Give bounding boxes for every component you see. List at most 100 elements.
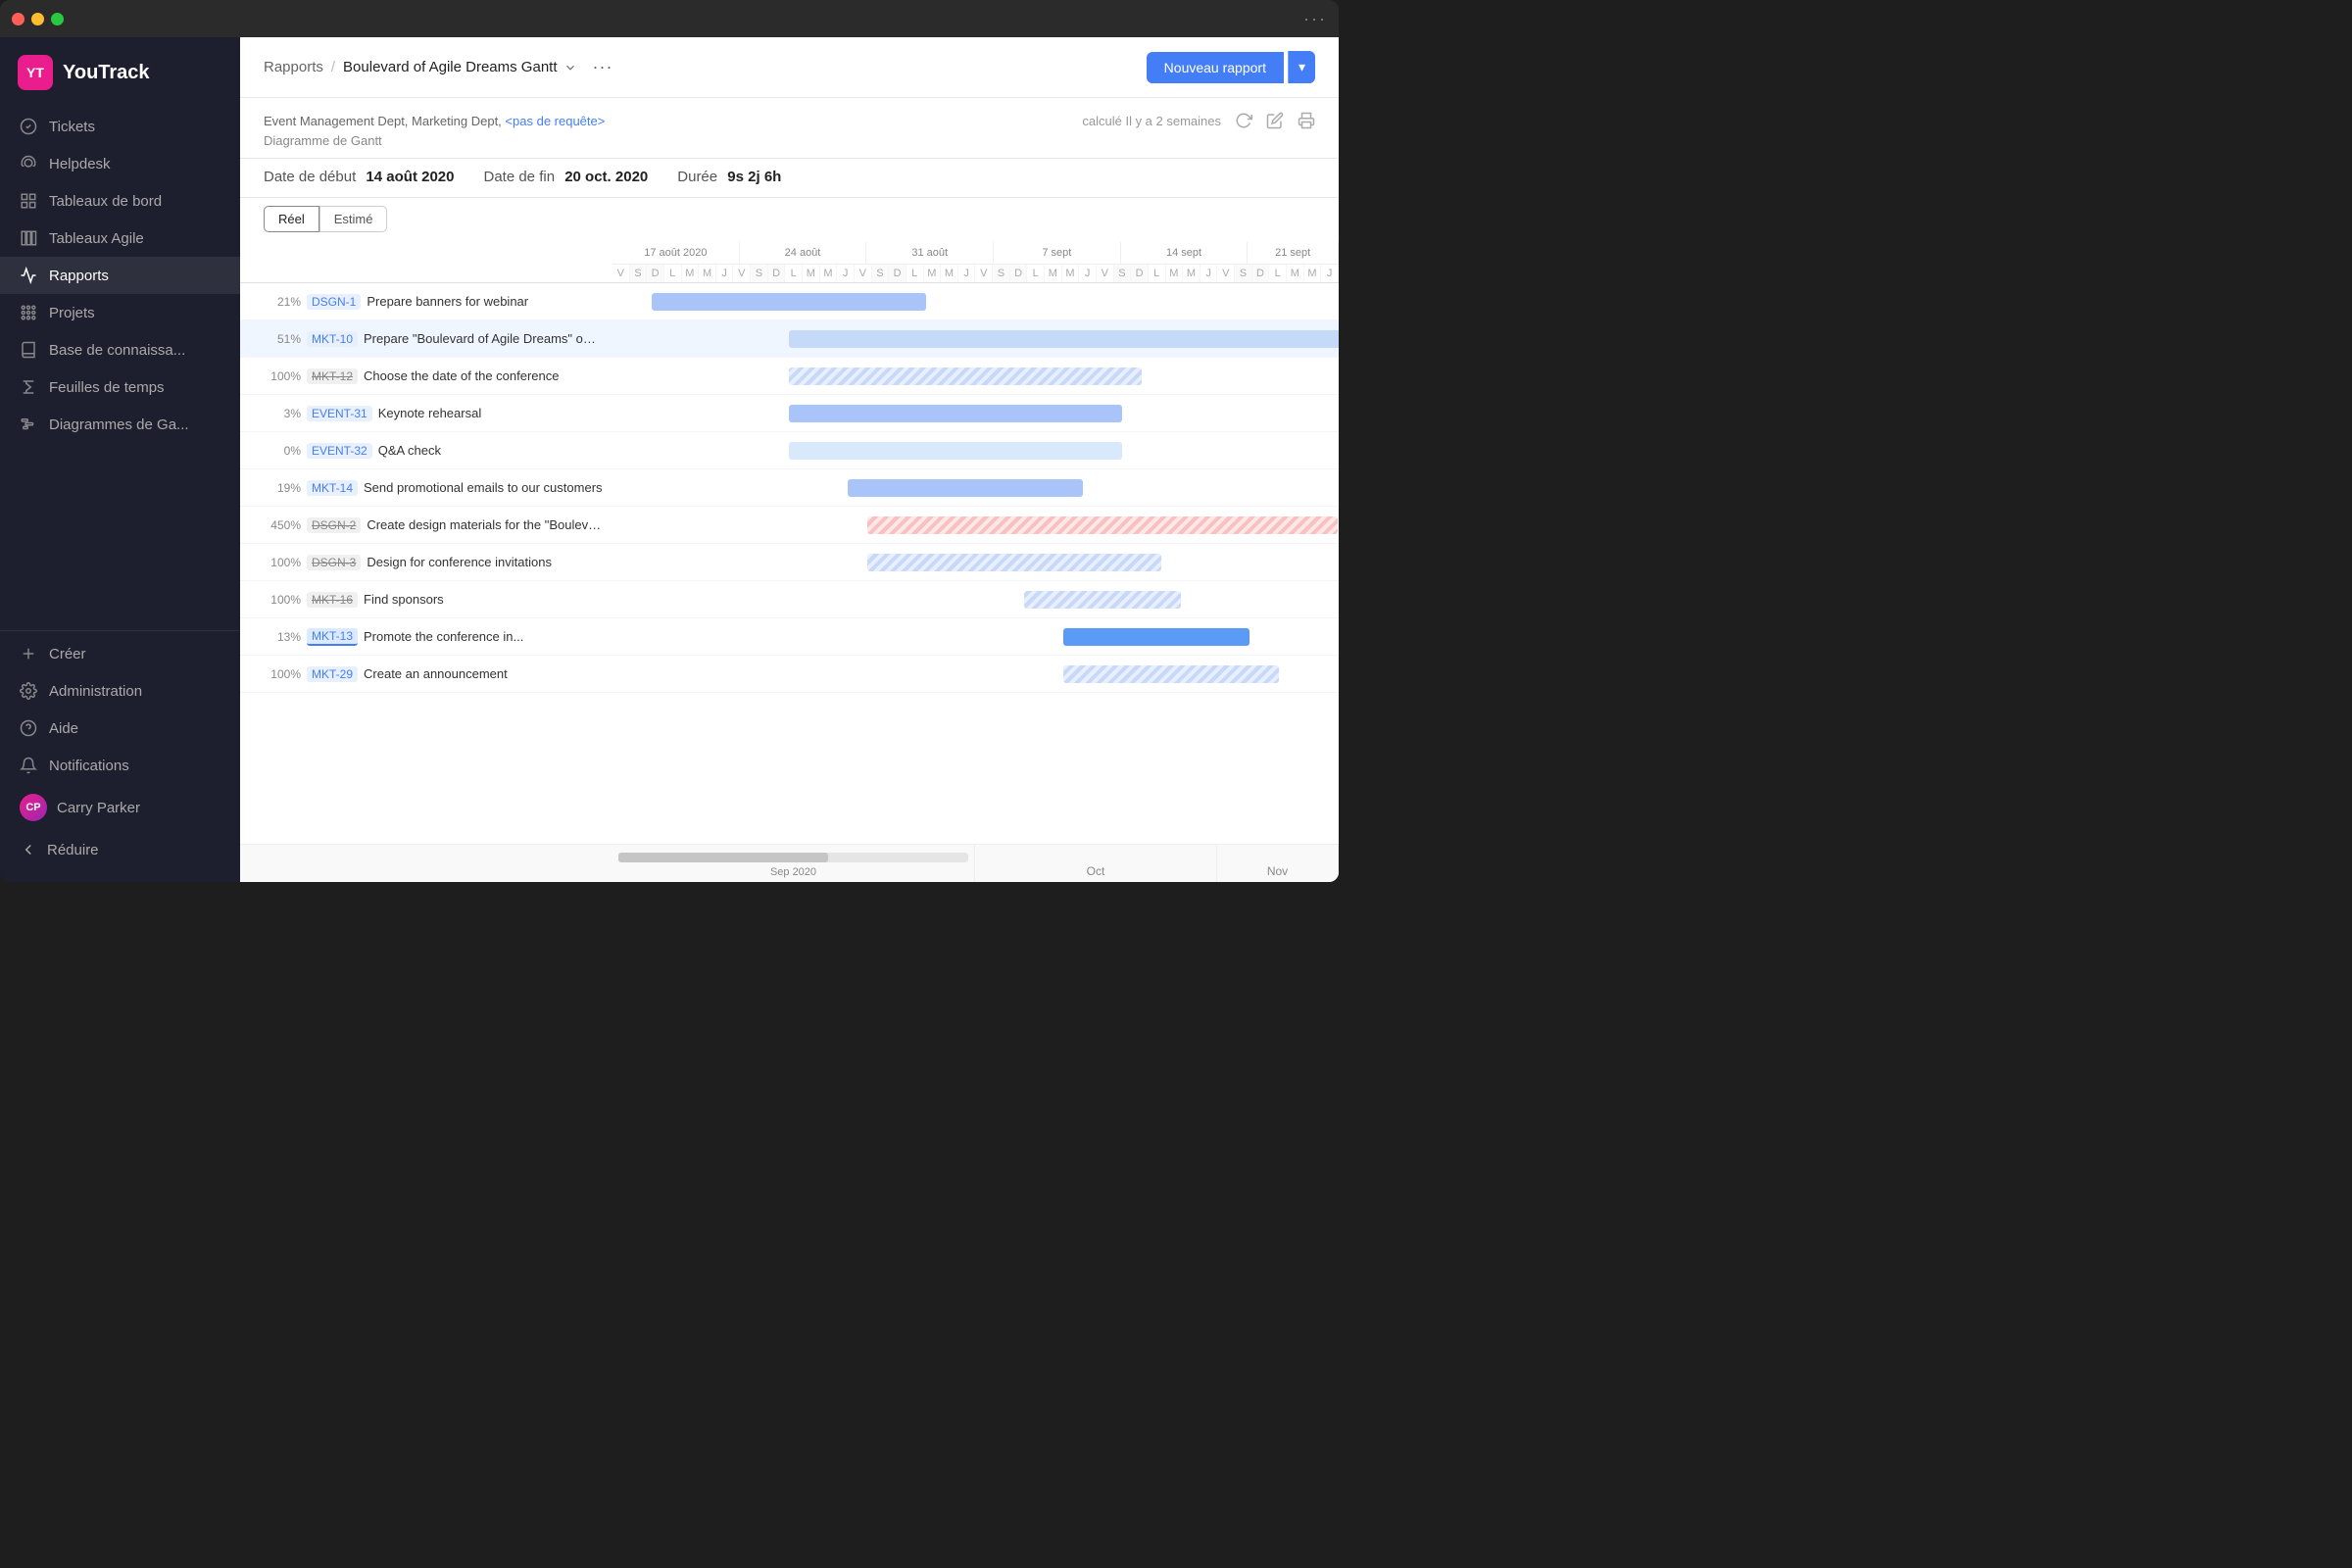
chevron-down-icon[interactable] (564, 61, 577, 74)
check-circle-icon (20, 118, 37, 135)
row-title: Find sponsors (364, 592, 444, 607)
row-id[interactable]: DSGN-2 (307, 517, 361, 533)
gantt-container: 17 août 2020 24 août 31 août 7 sept 14 s… (240, 242, 1339, 693)
refresh-icon[interactable] (1235, 112, 1252, 129)
sidebar-label-projets: Projets (49, 305, 95, 321)
row-pct: 3% (264, 407, 301, 420)
sidebar-label-rapports: Rapports (49, 268, 109, 284)
row-id[interactable]: DSGN-1 (307, 294, 361, 310)
sidebar-item-aide[interactable]: Aide (0, 710, 240, 747)
sidebar-item-helpdesk[interactable]: Helpdesk (0, 145, 240, 182)
edit-icon[interactable] (1266, 112, 1284, 129)
maximize-button[interactable] (51, 13, 64, 25)
sidebar-label-create: Créer (49, 646, 86, 662)
app-body: YT YouTrack Tickets Helpdesk Tabl (0, 37, 1339, 882)
columns-icon (20, 229, 37, 247)
sidebar-item-administration[interactable]: Administration (0, 672, 240, 710)
breadcrumb-separator: / (331, 59, 335, 75)
calculated-label: calculé Il y a 2 semaines (1082, 114, 1221, 128)
print-icon[interactable] (1298, 112, 1315, 129)
table-row: 100% MKT-29 Create an announcement (240, 656, 1339, 693)
row-meta: 51% MKT-10 Prepare "Boulevard of Agile D… (240, 331, 612, 347)
user-name: Carry Parker (57, 800, 140, 816)
row-id[interactable]: MKT-29 (307, 666, 358, 682)
sidebar-item-projets[interactable]: Projets (0, 294, 240, 331)
row-id[interactable]: DSGN-3 (307, 555, 361, 570)
gantt-bars-area (612, 320, 1339, 358)
sidebar-item-rapports[interactable]: Rapports (0, 257, 240, 294)
scroll-thumb[interactable] (618, 853, 828, 862)
table-row: 0% EVENT-32 Q&A check (240, 432, 1339, 469)
sidebar-item-tableaux-bord[interactable]: Tableaux de bord (0, 182, 240, 220)
row-title: Keynote rehearsal (378, 406, 482, 420)
row-id[interactable]: EVENT-31 (307, 406, 372, 421)
toggle-real[interactable]: Réel (264, 206, 319, 232)
sidebar-item-create[interactable]: Créer (0, 635, 240, 672)
window-menu[interactable]: ··· (1303, 9, 1327, 29)
main-header: Rapports / Boulevard of Agile Dreams Gan… (240, 37, 1339, 98)
sidebar-collapse-button[interactable]: Réduire (0, 831, 240, 868)
row-title: Promote the conference in... (364, 629, 523, 644)
new-report-button[interactable]: Nouveau rapport (1147, 52, 1284, 83)
gantt-rows: 21% DSGN-1 Prepare banners for webinar (240, 283, 1339, 693)
new-report-caret[interactable]: ▾ (1288, 51, 1315, 83)
timeline-header: 17 août 2020 24 août 31 août 7 sept 14 s… (240, 242, 1339, 283)
gantt-bar (848, 479, 1083, 497)
duration: Durée 9s 2j 6h (677, 169, 781, 185)
apps-icon (20, 304, 37, 321)
gantt-bars-area (612, 358, 1339, 395)
row-title: Choose the date of the conference (364, 368, 559, 383)
row-meta: 3% EVENT-31 Keynote rehearsal (240, 406, 612, 421)
table-row: 100% MKT-12 Choose the date of the confe… (240, 358, 1339, 395)
bell-icon (20, 757, 37, 774)
gantt-bars-area (612, 432, 1339, 469)
row-id[interactable]: MKT-12 (307, 368, 358, 384)
gantt-bar (789, 368, 1142, 385)
row-title: Create an announcement (364, 666, 508, 681)
table-row: 19% MKT-14 Send promotional emails to ou… (240, 469, 1339, 507)
sidebar-user[interactable]: CP Carry Parker (0, 784, 240, 831)
collapse-label: Réduire (47, 842, 99, 858)
sidebar-item-notifications[interactable]: Notifications (0, 747, 240, 784)
sidebar-item-base[interactable]: Base de connaissa... (0, 331, 240, 368)
row-pct: 21% (264, 295, 301, 309)
close-button[interactable] (12, 13, 24, 25)
month-sep: Sep 2020 (612, 845, 975, 882)
sidebar-item-feuilles[interactable]: Feuilles de temps (0, 368, 240, 406)
row-id[interactable]: MKT-14 (307, 480, 358, 496)
row-title: Design for conference invitations (367, 555, 552, 569)
report-meta-link[interactable]: <pas de requête> (505, 114, 605, 128)
sidebar-item-diagrammes[interactable]: Diagrammes de Ga... (0, 406, 240, 443)
row-meta: 0% EVENT-32 Q&A check (240, 443, 612, 459)
toggle-estimated[interactable]: Estimé (319, 206, 388, 232)
row-id[interactable]: MKT-16 (307, 592, 358, 608)
row-title: Prepare banners for webinar (367, 294, 528, 309)
month-nov: Nov (1217, 845, 1339, 882)
breadcrumb-current: Boulevard of Agile Dreams Gantt (343, 59, 576, 75)
sidebar-item-tableaux-agile[interactable]: Tableaux Agile (0, 220, 240, 257)
gantt-wrapper[interactable]: 17 août 2020 24 août 31 août 7 sept 14 s… (240, 242, 1339, 844)
main-content: Rapports / Boulevard of Agile Dreams Gan… (240, 37, 1339, 882)
row-id[interactable]: EVENT-32 (307, 443, 372, 459)
logo-area[interactable]: YT YouTrack (0, 37, 240, 104)
row-meta: 21% DSGN-1 Prepare banners for webinar (240, 294, 612, 310)
breadcrumb-current-text: Boulevard of Agile Dreams Gantt (343, 59, 557, 75)
breadcrumb-parent[interactable]: Rapports (264, 59, 323, 75)
sidebar-item-tickets[interactable]: Tickets (0, 108, 240, 145)
logo-letters: YT (26, 65, 44, 80)
question-icon (20, 719, 37, 737)
row-id[interactable]: MKT-13 (307, 628, 358, 646)
gantt-bars-area (612, 469, 1339, 507)
chart-icon (20, 267, 37, 284)
gantt-bars-area (612, 618, 1339, 656)
month-label-spacer (240, 845, 612, 882)
breadcrumb: Rapports / Boulevard of Agile Dreams Gan… (264, 57, 612, 77)
week-label-0: 17 août 2020 (612, 242, 740, 264)
gantt-bar (1063, 665, 1279, 683)
row-id[interactable]: MKT-10 (307, 331, 358, 347)
headset-icon (20, 155, 37, 172)
sidebar-label-diagrammes: Diagrammes de Ga... (49, 416, 189, 433)
minimize-button[interactable] (31, 13, 44, 25)
breadcrumb-more[interactable]: ··· (593, 57, 613, 77)
gantt-bars-area (612, 395, 1339, 432)
